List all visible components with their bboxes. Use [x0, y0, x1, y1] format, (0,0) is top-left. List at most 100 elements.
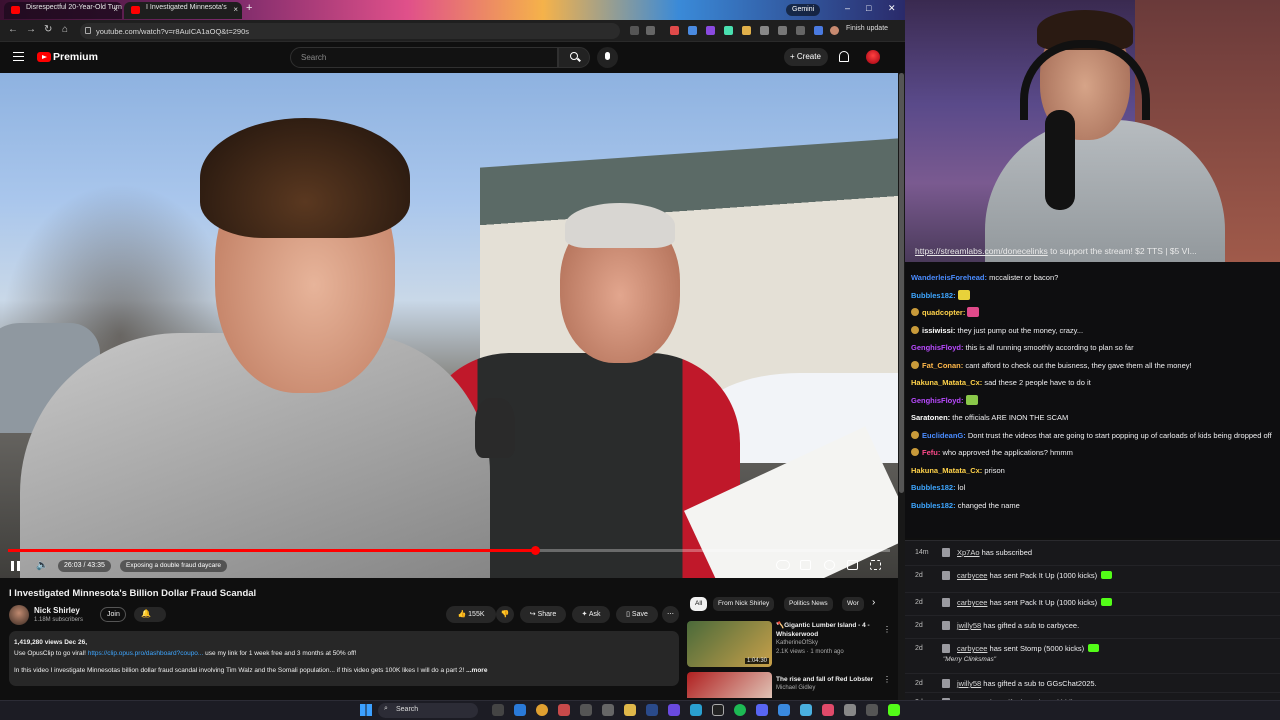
- account-avatar[interactable]: [866, 50, 880, 64]
- youtube-premium-logo[interactable]: Premium: [53, 51, 98, 63]
- notifications-bell-icon[interactable]: [839, 51, 849, 62]
- recommended-title[interactable]: 🪓Gigantic Lumber Island - 4 - Whiskerwoo…: [776, 621, 886, 639]
- close-window-icon[interactable]: ✕: [888, 3, 896, 14]
- chrome-icon[interactable]: [536, 704, 548, 716]
- tab-investigated[interactable]: I Investigated Minnesota's ×: [124, 2, 242, 19]
- event-username[interactable]: Xp7Ao: [957, 548, 980, 557]
- channel-avatar[interactable]: [9, 605, 29, 625]
- pause-icon[interactable]: [11, 561, 20, 571]
- chip-politics-news[interactable]: Politics News: [784, 597, 833, 611]
- chip-from-nick-shirley[interactable]: From Nick Shirley: [713, 597, 775, 611]
- create-button[interactable]: + Create: [784, 48, 828, 66]
- chip-more[interactable]: Wor: [842, 597, 864, 611]
- taskbar-search[interactable]: ⌕ Search: [378, 703, 478, 718]
- share-button[interactable]: ↪ Share: [520, 606, 566, 623]
- like-button[interactable]: 👍 155K: [446, 606, 496, 623]
- search-button[interactable]: [558, 47, 590, 68]
- obs-icon[interactable]: [712, 704, 724, 716]
- show-more-link[interactable]: ...more: [466, 667, 487, 674]
- app-icon[interactable]: [668, 704, 680, 716]
- tab-disrespectful[interactable]: Disrespectful 20-Year-Old Turn ×: [4, 2, 122, 19]
- download-icon[interactable]: [778, 26, 787, 35]
- kick-icon[interactable]: [888, 704, 900, 716]
- chat-username[interactable]: Fefu:: [922, 448, 940, 457]
- windows-start-icon[interactable]: [360, 704, 372, 716]
- site-info-icon[interactable]: [85, 27, 91, 34]
- home-icon[interactable]: ⌂: [62, 24, 68, 35]
- chat-username[interactable]: issiwissi:: [922, 326, 955, 335]
- tab-close-icon[interactable]: ×: [233, 5, 238, 14]
- chat-username[interactable]: WanderleisForehead:: [911, 273, 987, 282]
- spotify-icon[interactable]: [734, 704, 746, 716]
- new-tab-icon[interactable]: +: [246, 2, 252, 14]
- gemini-button[interactable]: Gemini: [786, 4, 821, 16]
- event-username[interactable]: carbycee: [957, 571, 987, 580]
- file-explorer-icon[interactable]: [624, 704, 636, 716]
- video-thumbnail[interactable]: [687, 672, 772, 698]
- search-input[interactable]: Search: [290, 47, 558, 68]
- chapter-title[interactable]: Exposing a double fraud daycare: [120, 560, 228, 572]
- extension-icon[interactable]: [670, 26, 679, 35]
- save-button[interactable]: ▯ Save: [616, 606, 658, 623]
- chat-username[interactable]: Bubbles182:: [911, 501, 956, 510]
- event-username[interactable]: carbycee: [957, 598, 987, 607]
- event-username[interactable]: jwilly58: [957, 679, 981, 688]
- settings-gear-icon[interactable]: [824, 560, 835, 570]
- extension-icon[interactable]: [742, 26, 751, 35]
- chips-next-icon[interactable]: ›: [872, 597, 875, 608]
- edge-icon[interactable]: [514, 704, 526, 716]
- chat-username[interactable]: Fat_Conan:: [922, 361, 963, 370]
- more-options-icon[interactable]: ⋮: [883, 625, 891, 634]
- forward-icon[interactable]: →: [26, 24, 36, 35]
- app-icon[interactable]: [844, 704, 856, 716]
- url-field[interactable]: youtube.com/watch?v=r8AuICA1aOQ&t=290s: [80, 23, 620, 39]
- ask-button[interactable]: ✦ Ask: [572, 606, 610, 623]
- more-options-icon[interactable]: ⋮: [883, 675, 891, 684]
- app-icon[interactable]: [558, 704, 570, 716]
- extensions-puzzle-icon[interactable]: [760, 26, 769, 35]
- chat-username[interactable]: quadcopter:: [922, 308, 965, 317]
- recommended-channel[interactable]: Michael Gidley: [776, 685, 815, 691]
- video-progress-bar[interactable]: [8, 546, 890, 555]
- back-icon[interactable]: ←: [8, 24, 18, 35]
- page-scrollbar[interactable]: [898, 73, 905, 700]
- subscribed-bell-button[interactable]: 🔔: [134, 607, 166, 622]
- reload-icon[interactable]: ↻: [44, 24, 52, 35]
- extension-icon[interactable]: [724, 26, 733, 35]
- recommended-channel[interactable]: KatherineOfSky: [776, 640, 818, 646]
- recommended-video[interactable]: The rise and fall of Red Lobster Michael…: [687, 672, 897, 698]
- menu-icon[interactable]: [13, 52, 24, 61]
- fullscreen-icon[interactable]: [870, 560, 881, 570]
- autoplay-toggle[interactable]: [776, 560, 790, 570]
- app-icon[interactable]: [778, 704, 790, 716]
- chip-all[interactable]: All: [690, 597, 708, 611]
- chat-username[interactable]: Saratonen:: [911, 413, 950, 422]
- app-icon[interactable]: [580, 704, 592, 716]
- event-username[interactable]: jwilly58: [957, 621, 981, 630]
- youtube-logo-icon[interactable]: [37, 52, 51, 62]
- volume-icon[interactable]: 🔈: [36, 560, 48, 571]
- chat-username[interactable]: GenghisFloyd:: [911, 343, 964, 352]
- task-view-icon[interactable]: [492, 704, 504, 716]
- video-player[interactable]: [0, 73, 898, 578]
- chat-username[interactable]: Hakuna_Matata_Cx:: [911, 466, 982, 475]
- extension-icon[interactable]: [706, 26, 715, 35]
- scrollbar-thumb[interactable]: [899, 73, 904, 493]
- discord-icon[interactable]: [756, 704, 768, 716]
- channel-name[interactable]: Nick Shirley: [34, 606, 80, 615]
- bookmark-star-icon[interactable]: [646, 26, 655, 35]
- chat-username[interactable]: Bubbles182:: [911, 483, 956, 492]
- app-icon[interactable]: [800, 704, 812, 716]
- event-username[interactable]: carbycee: [957, 644, 987, 653]
- profile-avatar[interactable]: [830, 26, 839, 35]
- extension-icon[interactable]: [688, 26, 697, 35]
- description-box[interactable]: 1,419,280 views Dec 26, Use OpusClip to …: [9, 631, 679, 686]
- recommended-video[interactable]: 1:04:30 🪓Gigantic Lumber Island - 4 - Wh…: [687, 621, 897, 667]
- app-icon[interactable]: [866, 704, 878, 716]
- maximize-icon[interactable]: □: [866, 3, 871, 13]
- app-icon[interactable]: [690, 704, 702, 716]
- miniplayer-icon[interactable]: [847, 560, 858, 570]
- finish-update-button[interactable]: Finish update: [846, 25, 888, 32]
- chat-username[interactable]: Bubbles182:: [911, 291, 956, 300]
- steam-icon[interactable]: [646, 704, 658, 716]
